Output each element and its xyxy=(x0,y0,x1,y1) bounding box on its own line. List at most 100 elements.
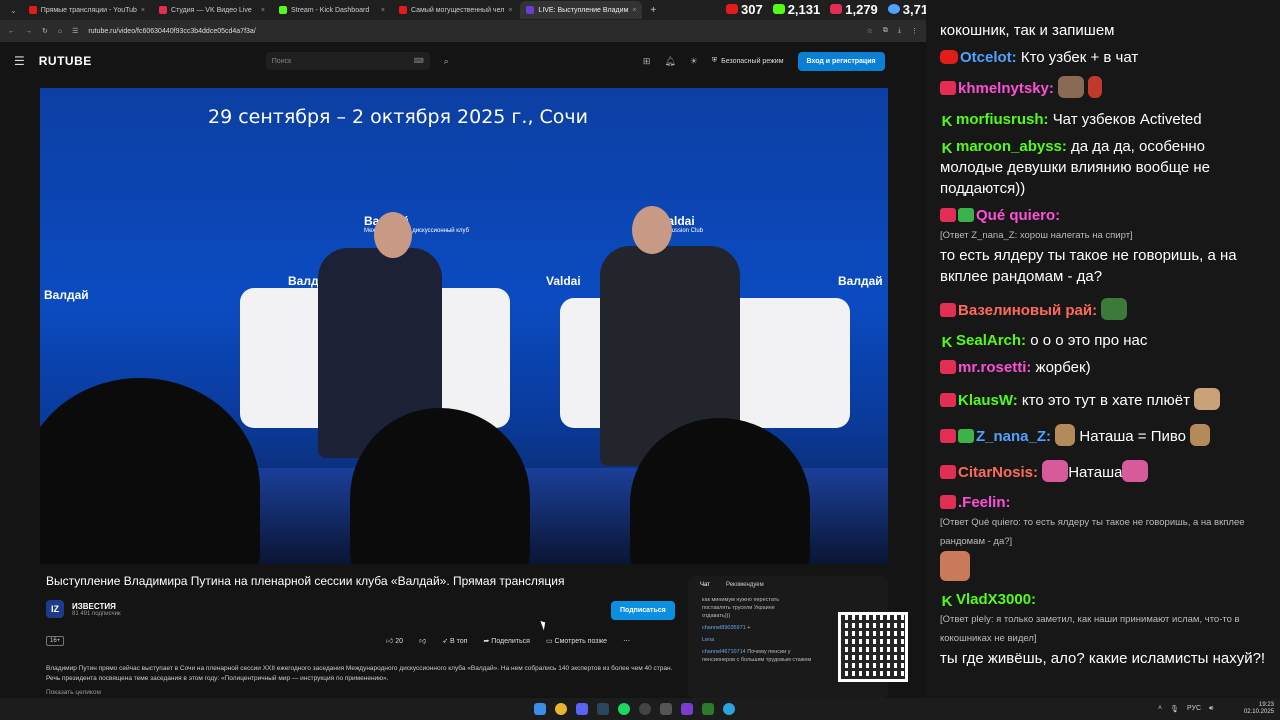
close-icon[interactable]: × xyxy=(632,7,636,14)
telegram-icon[interactable] xyxy=(723,703,735,715)
discord-icon[interactable] xyxy=(576,703,588,715)
tab-list-icon[interactable]: ⌄ xyxy=(6,6,21,15)
extensions-icon[interactable]: ⧉ xyxy=(883,27,888,35)
chat-line: Kmorfiusrush: Чат узбеков Activeted xyxy=(940,109,1270,130)
chat-user: morfiusrush: xyxy=(956,111,1049,128)
clock-date: 02.10.2025 xyxy=(1243,709,1274,715)
mic-icon[interactable]: 🎙︎ xyxy=(1170,705,1179,713)
more-options-icon[interactable]: ⋯ xyxy=(623,637,630,645)
chat-text: как минимум нужно перестать поставлять т… xyxy=(702,597,780,619)
tab-youtube[interactable]: Прямые трансляции - YouTub × xyxy=(23,1,151,19)
kick-icon xyxy=(772,4,785,14)
chat-line: Otcelot: Кто узбек + в чат xyxy=(940,47,1270,68)
live-badge-icon xyxy=(940,303,956,317)
close-icon[interactable]: × xyxy=(261,7,265,14)
clock-time: 19:23 xyxy=(1258,702,1274,708)
chat-line: KlausW: кто это тут в хате плюёт xyxy=(940,388,1270,411)
chevron-up-icon[interactable]: ˄ xyxy=(1158,705,1162,713)
spotify-icon[interactable] xyxy=(618,703,630,715)
chat-user: KlausW: xyxy=(958,392,1018,409)
share-button[interactable]: ➦ Поделиться xyxy=(483,637,529,645)
home-icon[interactable]: ⌂ xyxy=(58,28,62,35)
back-icon[interactable]: ← xyxy=(8,28,15,35)
safe-mode-toggle[interactable]: ⛨ Безопасный режим xyxy=(712,57,784,65)
live-badge-icon xyxy=(940,429,956,443)
obs-icon[interactable] xyxy=(639,703,651,715)
qr-code xyxy=(838,612,908,682)
upload-icon[interactable]: ⊞ xyxy=(643,56,651,67)
emote-icon xyxy=(1190,424,1211,446)
viewer-count: 2,131 xyxy=(787,1,821,17)
login-button[interactable]: Вход и регистрация xyxy=(797,51,885,71)
url-field[interactable]: rutube.ru/video/fc6063044​0f93cc3b4ddce0… xyxy=(88,28,856,35)
dislike-icon[interactable]: 👎︎ xyxy=(419,636,426,645)
search-input[interactable]: Поиск ⌨ xyxy=(265,52,430,70)
show-all-link[interactable]: Показать целиком xyxy=(46,689,101,696)
forward-icon[interactable]: → xyxy=(25,28,32,35)
chat-line: CitarNosis: Наташа xyxy=(940,460,1270,483)
app-icon[interactable] xyxy=(681,703,693,715)
close-icon[interactable]: × xyxy=(141,7,145,14)
close-icon[interactable]: × xyxy=(381,7,385,14)
volume-icon[interactable]: 🔊︎ xyxy=(1209,705,1213,713)
tab-vk[interactable]: Студия — VK Видео Live × xyxy=(153,1,271,19)
app-icon[interactable] xyxy=(702,703,714,715)
safe-mode-label: Безопасный режим xyxy=(721,57,784,65)
valdai-logo-right: Валдай xyxy=(838,274,883,288)
tab-rutube[interactable]: LIVE: Выступление Владим × xyxy=(520,1,643,19)
chat-user: VladX3000: xyxy=(956,591,1037,608)
video-player[interactable]: 29 сентября – 2 октября 2025 г., Сочи Ва… xyxy=(40,88,888,564)
site-info-icon[interactable]: ☰ xyxy=(72,27,78,35)
subscribe-button[interactable]: Подписаться xyxy=(611,601,675,620)
tab-recommended[interactable]: Рекомендуем xyxy=(726,582,764,588)
channel-text: ИЗВЕСТИЯ 81 491 подписчик xyxy=(72,602,121,617)
watch-later-label: Смотреть позже xyxy=(554,637,608,645)
vk-viewers: 1,279 xyxy=(830,2,878,17)
menu-icon[interactable]: ⋮ xyxy=(911,27,918,35)
vk-live-icon xyxy=(830,4,843,14)
download-icon[interactable]: ⤓ xyxy=(898,27,901,35)
channel-avatar[interactable]: IZ xyxy=(46,600,64,618)
chat-user: channel46710714 xyxy=(702,649,746,655)
like-button[interactable]: 👍︎ 20 xyxy=(386,636,403,645)
bookmark-icon[interactable]: ☆ xyxy=(867,27,873,35)
app-icon[interactable] xyxy=(660,703,672,715)
speaker-left-head xyxy=(374,212,412,258)
watch-later-button[interactable]: ▭ Смотреть позже xyxy=(546,637,607,645)
tab-kick[interactable]: Stream - Kick Dashboard × xyxy=(273,1,391,19)
video-description: Владимир Путин прямо сейчас выступает в … xyxy=(46,665,673,682)
chrome-icon[interactable] xyxy=(555,703,567,715)
channel-info[interactable]: IZ ИЗВЕСТИЯ 81 491 подписчик xyxy=(46,600,121,618)
live-badge-icon xyxy=(940,360,956,374)
clock[interactable]: 19:23 02.10.2025 xyxy=(1244,702,1274,716)
youtube-badge-icon xyxy=(940,50,958,64)
keyboard-icon[interactable]: ⌨ xyxy=(414,57,424,65)
new-tab-button[interactable]: + xyxy=(644,5,662,16)
thumbs-up-icon: 👍︎ xyxy=(386,638,394,645)
tab-chat[interactable]: Чат xyxy=(700,582,710,588)
chat-user: .Feelin: xyxy=(958,494,1011,511)
channel-name[interactable]: ИЗВЕСТИЯ xyxy=(72,602,121,611)
youtube-viewers: 307 xyxy=(726,2,763,17)
chat-user: maroon_abyss: xyxy=(956,138,1067,155)
tab-youtube-2[interactable]: Самый могущественный чел × xyxy=(393,1,518,19)
hamburger-icon[interactable]: ☰ xyxy=(14,54,25,68)
emote-icon xyxy=(1101,298,1128,320)
chat-text: + xyxy=(747,625,751,631)
bell-icon[interactable]: 🔔︎ xyxy=(664,56,675,67)
windows-start-icon[interactable] xyxy=(534,703,546,715)
chat-line: Вазелиновый рай: xyxy=(940,298,1270,321)
reload-icon[interactable]: ↻ xyxy=(42,27,48,35)
close-icon[interactable]: × xyxy=(508,7,512,14)
steam-icon[interactable] xyxy=(597,703,609,715)
emote-icon xyxy=(1058,76,1085,98)
search-icon[interactable]: ⌕ xyxy=(444,56,449,67)
emote-icon xyxy=(1122,460,1149,482)
top-button[interactable]: ➶ В топ xyxy=(442,637,467,645)
kick-icon xyxy=(279,6,288,14)
qr-pattern xyxy=(841,615,905,679)
rutube-logo[interactable]: RUTUBE xyxy=(39,54,92,68)
theme-icon[interactable]: ☀ xyxy=(690,56,698,67)
lang-indicator[interactable]: РУС xyxy=(1187,705,1201,713)
taskbar-apps xyxy=(534,703,735,715)
